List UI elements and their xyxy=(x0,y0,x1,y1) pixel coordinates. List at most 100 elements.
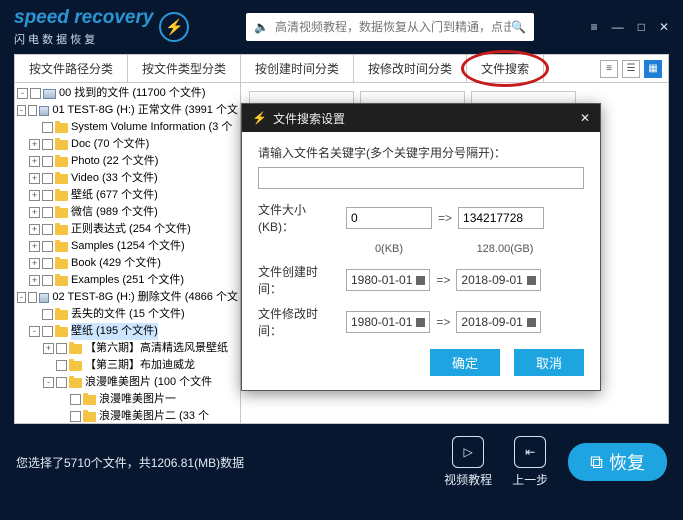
tree-row[interactable]: 丢失的文件 (15 个文件) xyxy=(15,306,240,323)
expander-icon[interactable]: - xyxy=(43,377,54,388)
tree-row[interactable]: +微信 (989 个文件) xyxy=(15,204,240,221)
checkbox[interactable] xyxy=(42,139,53,150)
checkbox[interactable] xyxy=(70,411,81,422)
cancel-button[interactable]: 取消 xyxy=(514,349,584,376)
tree-row[interactable]: -01 TEST-8G (H:) 正常文件 (3991 个文 xyxy=(15,102,240,119)
keyword-input[interactable] xyxy=(258,167,584,189)
view-list-icon[interactable]: ≡ xyxy=(600,60,618,78)
checkbox[interactable] xyxy=(42,190,53,201)
logo-text: speed recovery xyxy=(14,7,153,29)
tree-row[interactable]: +Video (33 个文件) xyxy=(15,170,240,187)
minimize-icon[interactable]: — xyxy=(612,20,624,34)
tree-label: Photo (22 个文件) xyxy=(71,153,158,170)
dialog-prompt: 请输入文件名关键字(多个关键字用分号隔开)： xyxy=(258,144,584,161)
expander-icon[interactable]: + xyxy=(29,190,40,201)
checkbox[interactable] xyxy=(56,343,67,354)
file-tree[interactable]: -00 找到的文件 (11700 个文件)-01 TEST-8G (H:) 正常… xyxy=(15,83,241,423)
checkbox[interactable] xyxy=(42,275,53,286)
checkbox[interactable] xyxy=(42,258,53,269)
checkbox[interactable] xyxy=(56,377,67,388)
lightning-icon: ⚡ xyxy=(159,12,189,42)
video-tutorial-button[interactable]: ▷ 视频教程 xyxy=(444,436,492,488)
expander-icon[interactable]: - xyxy=(29,326,40,337)
tutorial-banner[interactable]: 🔈 🔍 xyxy=(246,13,534,41)
expander-icon[interactable]: - xyxy=(17,292,26,303)
tree-row[interactable]: -壁纸 (195 个文件) xyxy=(15,323,240,340)
tree-row[interactable]: +Book (429 个文件) xyxy=(15,255,240,272)
tab-by-type[interactable]: 按文件类型分类 xyxy=(128,55,241,82)
close-icon[interactable]: ✕ xyxy=(659,20,669,34)
ctime-to-input[interactable]: 2018-09-01 xyxy=(456,269,540,291)
back-button[interactable]: ⇤ 上一步 xyxy=(512,436,548,488)
size-from-input[interactable] xyxy=(346,207,432,229)
tab-by-mtime[interactable]: 按修改时间分类 xyxy=(354,55,467,82)
checkbox[interactable] xyxy=(56,360,67,371)
expander-icon[interactable]: + xyxy=(29,207,40,218)
mtime-to-input[interactable]: 2018-09-01 xyxy=(456,311,540,333)
tree-row[interactable]: 浪漫唯美图片二 (33 个 xyxy=(15,408,240,423)
checkbox[interactable] xyxy=(42,309,53,320)
expander-icon[interactable]: + xyxy=(29,156,40,167)
ctime-from-input[interactable]: 1980-01-01 xyxy=(346,269,430,291)
checkbox[interactable] xyxy=(70,394,81,405)
expander-icon[interactable]: + xyxy=(29,224,40,235)
dialog-titlebar[interactable]: ⚡ 文件搜索设置 ✕ xyxy=(242,104,600,132)
ctime-label: 文件创建时间： xyxy=(258,263,340,297)
expander-icon[interactable]: + xyxy=(29,258,40,269)
tree-row[interactable]: 【第三期】布加迪威龙 xyxy=(15,357,240,374)
tree-row[interactable]: +正则表达式 (254 个文件) xyxy=(15,221,240,238)
tree-row[interactable]: +Doc (70 个文件) xyxy=(15,136,240,153)
dialog-title: 文件搜索设置 xyxy=(273,110,345,127)
expander-icon[interactable]: + xyxy=(43,343,54,354)
tree-label: System Volume Information (3 个 xyxy=(71,119,232,136)
checkbox[interactable] xyxy=(42,241,53,252)
checkbox[interactable] xyxy=(42,207,53,218)
menu-icon[interactable]: ≡ xyxy=(591,20,598,34)
checkbox[interactable] xyxy=(28,105,37,116)
tree-row[interactable]: + Samples (1254 个文件) xyxy=(15,238,240,255)
folder-icon xyxy=(55,225,68,235)
tab-by-ctime[interactable]: 按创建时间分类 xyxy=(241,55,354,82)
expander-icon[interactable]: + xyxy=(29,139,40,150)
view-grid-icon[interactable]: ▦ xyxy=(644,60,662,78)
tree-row[interactable]: 浪漫唯美图片一 xyxy=(15,391,240,408)
expander-icon[interactable]: - xyxy=(17,105,26,116)
tree-row[interactable]: +Examples (251 个文件) xyxy=(15,272,240,289)
expander-icon[interactable]: + xyxy=(29,275,40,286)
mtime-from-input[interactable]: 1980-01-01 xyxy=(346,311,430,333)
checkbox[interactable] xyxy=(42,122,53,133)
tree-row[interactable]: -浪漫唯美图片 (100 个文件 xyxy=(15,374,240,391)
tree-row[interactable]: -00 找到的文件 (11700 个文件) xyxy=(15,85,240,102)
view-detail-icon[interactable]: ☰ xyxy=(622,60,640,78)
folder-icon xyxy=(69,378,82,388)
tab-file-search[interactable]: 文件搜索 xyxy=(467,55,544,82)
recover-button[interactable]: ⧉ 恢复 xyxy=(568,443,667,481)
search-icon[interactable]: 🔍 xyxy=(511,20,526,34)
tutorial-text[interactable] xyxy=(275,20,511,34)
tree-label: 浪漫唯美图片一 xyxy=(99,391,176,408)
mtime-label: 文件修改时间： xyxy=(258,305,340,339)
checkbox[interactable] xyxy=(42,173,53,184)
search-dialog: ⚡ 文件搜索设置 ✕ 请输入文件名关键字(多个关键字用分号隔开)： 文件大小(K… xyxy=(241,103,601,391)
tree-label: Samples (1254 个文件) xyxy=(71,238,185,255)
logo-subtitle: 闪 电 数 据 恢 复 xyxy=(14,31,153,47)
tree-row[interactable]: System Volume Information (3 个 xyxy=(15,119,240,136)
tree-row[interactable]: +壁纸 (677 个文件) xyxy=(15,187,240,204)
maximize-icon[interactable]: □ xyxy=(638,20,645,34)
ok-button[interactable]: 确定 xyxy=(430,349,500,376)
checkbox[interactable] xyxy=(30,88,41,99)
checkbox[interactable] xyxy=(42,156,53,167)
expander-icon[interactable]: + xyxy=(29,173,40,184)
checkbox[interactable] xyxy=(28,292,37,303)
tree-row[interactable]: + Photo (22 个文件) xyxy=(15,153,240,170)
tab-by-path[interactable]: 按文件路径分类 xyxy=(15,55,128,82)
tree-row[interactable]: +【第六期】高清精选风景壁纸 xyxy=(15,340,240,357)
expander-icon[interactable]: + xyxy=(29,241,40,252)
expander-icon[interactable]: - xyxy=(17,88,28,99)
dialog-close-icon[interactable]: ✕ xyxy=(580,111,590,125)
drive-icon xyxy=(39,106,49,116)
checkbox[interactable] xyxy=(42,224,53,235)
checkbox[interactable] xyxy=(42,326,53,337)
size-to-input[interactable] xyxy=(458,207,544,229)
tree-row[interactable]: -02 TEST-8G (H:) 删除文件 (4866 个文 xyxy=(15,289,240,306)
